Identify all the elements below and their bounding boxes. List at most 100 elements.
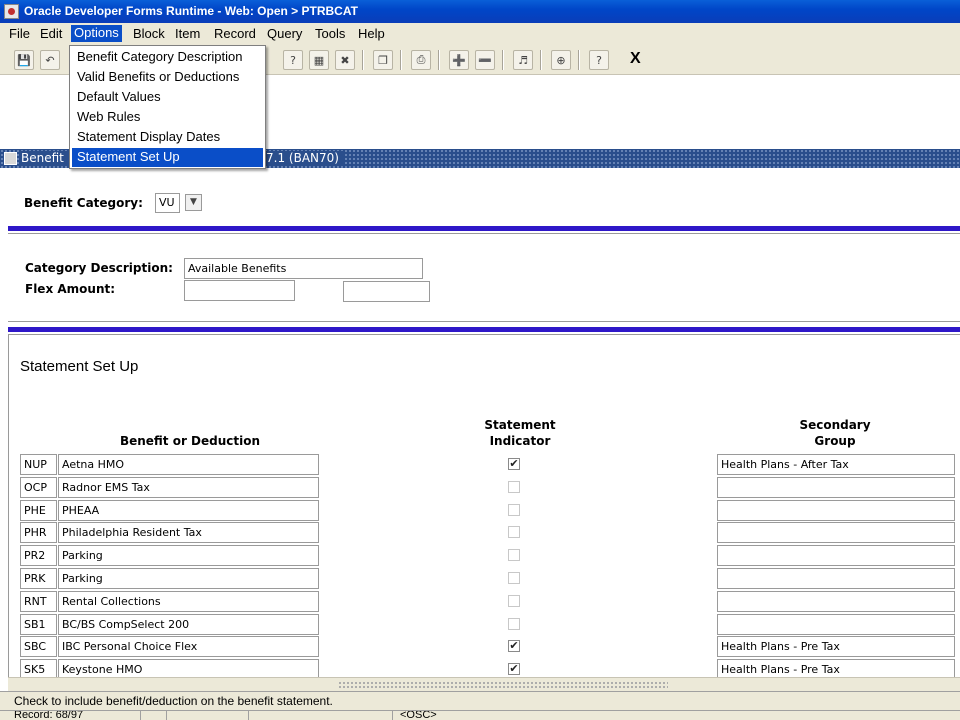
menu-tools[interactable]: Tools	[312, 26, 348, 43]
secondary-group-field[interactable]	[717, 545, 955, 566]
table-row: RNT Rental Collections	[20, 591, 960, 613]
statement-indicator-checkbox[interactable]	[508, 504, 520, 516]
benefit-description-field[interactable]: Rental Collections	[58, 591, 319, 612]
table-row: PHE PHEAA	[20, 500, 960, 522]
category-description-input[interactable]: Available Benefits	[184, 258, 423, 279]
menu-options[interactable]: Options	[71, 25, 122, 42]
benefit-code-field[interactable]: SB1	[20, 614, 57, 635]
benefit-code-field[interactable]: PHR	[20, 522, 57, 543]
benefit-category-input[interactable]: VU	[155, 193, 180, 213]
cancel-query-icon[interactable]: ✖	[335, 50, 355, 70]
statement-indicator-checkbox[interactable]	[508, 618, 520, 630]
toolbar-separator	[540, 50, 542, 70]
table-row: SBC IBC Personal Choice Flex ✔ Health Plans…	[20, 636, 960, 658]
statement-indicator-checkbox[interactable]	[508, 595, 520, 607]
window-title: Oracle Developer Forms Runtime - Web: Op…	[24, 4, 358, 18]
benefit-description-field[interactable]: Philadelphia Resident Tax	[58, 522, 319, 543]
menu-option-valid-benefits[interactable]: Valid Benefits or Deductions	[72, 68, 263, 87]
hint-bar: Check to include benefit/deduction on th…	[0, 691, 960, 710]
enter-query-icon[interactable]: ?	[283, 50, 303, 70]
toolbar-separator	[578, 50, 580, 70]
duplicate-record-icon[interactable]: ❐	[373, 50, 393, 70]
flex-amount-input[interactable]	[184, 280, 295, 301]
rollback-icon[interactable]: ↶	[40, 50, 60, 70]
menu-file[interactable]: File	[6, 26, 33, 43]
benefit-code-field[interactable]: PHE	[20, 500, 57, 521]
target-icon[interactable]: ⊕	[551, 50, 571, 70]
menu-edit[interactable]: Edit	[37, 26, 65, 43]
secondary-group-field[interactable]	[717, 522, 955, 543]
block-border-left	[8, 334, 9, 677]
benefit-code-field[interactable]: SBC	[20, 636, 57, 657]
exit-button[interactable]: X	[630, 50, 641, 68]
menu-option-statement-set-up[interactable]: Statement Set Up	[72, 148, 263, 167]
menu-item[interactable]: Item	[172, 26, 203, 43]
status-divider	[248, 711, 249, 720]
benefit-description-field[interactable]: Parking	[58, 545, 319, 566]
sound-icon[interactable]: ♬	[513, 50, 533, 70]
menu-option-benefit-category-description[interactable]: Benefit Category Description	[72, 48, 263, 67]
form-icon	[4, 152, 17, 165]
hint-text: Check to include benefit/deduction on th…	[14, 694, 333, 708]
benefit-code-field[interactable]: PRK	[20, 568, 57, 589]
form-title-right: 7.1 (BAN70)	[266, 151, 345, 165]
execute-query-icon[interactable]: ▦	[309, 50, 329, 70]
secondary-group-field[interactable]	[717, 500, 955, 521]
scrollbar-track[interactable]	[338, 681, 668, 689]
statement-indicator-checkbox[interactable]	[508, 481, 520, 493]
secondary-group-field[interactable]: Health Plans - After Tax	[717, 454, 955, 475]
benefit-code-field[interactable]: OCP	[20, 477, 57, 498]
menu-record[interactable]: Record	[211, 26, 259, 43]
save-icon[interactable]: 💾	[14, 50, 34, 70]
options-menu: Benefit Category Description Valid Benef…	[69, 45, 266, 169]
column-header-indicator-line2: Indicator	[489, 434, 551, 448]
block-divider	[8, 226, 960, 231]
benefit-category-label: Benefit Category:	[24, 196, 143, 210]
benefit-code-field[interactable]: RNT	[20, 591, 57, 612]
benefit-description-field[interactable]: IBC Personal Choice Flex	[58, 636, 319, 657]
menu-block[interactable]: Block	[130, 26, 168, 43]
benefit-description-field[interactable]: PHEAA	[58, 500, 319, 521]
table-row: PRK Parking	[20, 568, 960, 590]
status-divider	[140, 711, 141, 720]
statement-indicator-checkbox[interactable]: ✔	[508, 640, 520, 652]
benefit-description-field[interactable]: Aetna HMO	[58, 454, 319, 475]
block-border-bottom	[8, 321, 960, 322]
flex-amount-label: Flex Amount:	[25, 282, 116, 296]
menu-option-default-values[interactable]: Default Values	[72, 88, 263, 107]
benefit-description-field[interactable]: Parking	[58, 568, 319, 589]
secondary-group-field[interactable]	[717, 614, 955, 635]
toolbar-separator	[438, 50, 440, 70]
flex-amount-secondary-input[interactable]	[343, 281, 430, 302]
menu-help[interactable]: Help	[355, 26, 388, 43]
menu-option-web-rules[interactable]: Web Rules	[72, 108, 263, 127]
secondary-group-field[interactable]	[717, 591, 955, 612]
secondary-group-field[interactable]	[717, 477, 955, 498]
menu-option-statement-display-dates[interactable]: Statement Display Dates	[72, 128, 263, 147]
benefit-description-field[interactable]: BC/BS CompSelect 200	[58, 614, 319, 635]
statement-indicator-checkbox[interactable]: ✔	[508, 663, 520, 675]
statement-indicator-checkbox[interactable]	[508, 549, 520, 561]
menu-query[interactable]: Query	[264, 26, 305, 43]
menu-bar: File Edit Options Block Item Record Quer…	[0, 23, 960, 45]
statement-indicator-checkbox[interactable]	[508, 572, 520, 584]
help-icon[interactable]: ?	[589, 50, 609, 70]
table-row: PHR Philadelphia Resident Tax	[20, 522, 960, 544]
secondary-group-field[interactable]	[717, 568, 955, 589]
remove-record-icon[interactable]: ➖	[475, 50, 495, 70]
toolbar-separator	[362, 50, 364, 70]
section-title: Statement Set Up	[20, 358, 139, 375]
benefit-code-field[interactable]: NUP	[20, 454, 57, 475]
benefit-description-field[interactable]: Radnor EMS Tax	[58, 477, 319, 498]
status-divider	[392, 711, 393, 720]
benefit-category-lov-button[interactable]: ▼	[185, 194, 202, 211]
statement-indicator-checkbox[interactable]	[508, 526, 520, 538]
table-row: SB1 BC/BS CompSelect 200	[20, 614, 960, 636]
print-icon[interactable]: ⎙	[411, 50, 431, 70]
benefit-code-field[interactable]: PR2	[20, 545, 57, 566]
horizontal-scrollbar[interactable]	[8, 677, 960, 691]
statement-indicator-checkbox[interactable]: ✔	[508, 458, 520, 470]
secondary-group-field[interactable]: Health Plans - Pre Tax	[717, 636, 955, 657]
insert-record-icon[interactable]: ➕	[449, 50, 469, 70]
window-title-bar: Oracle Developer Forms Runtime - Web: Op…	[0, 0, 960, 23]
